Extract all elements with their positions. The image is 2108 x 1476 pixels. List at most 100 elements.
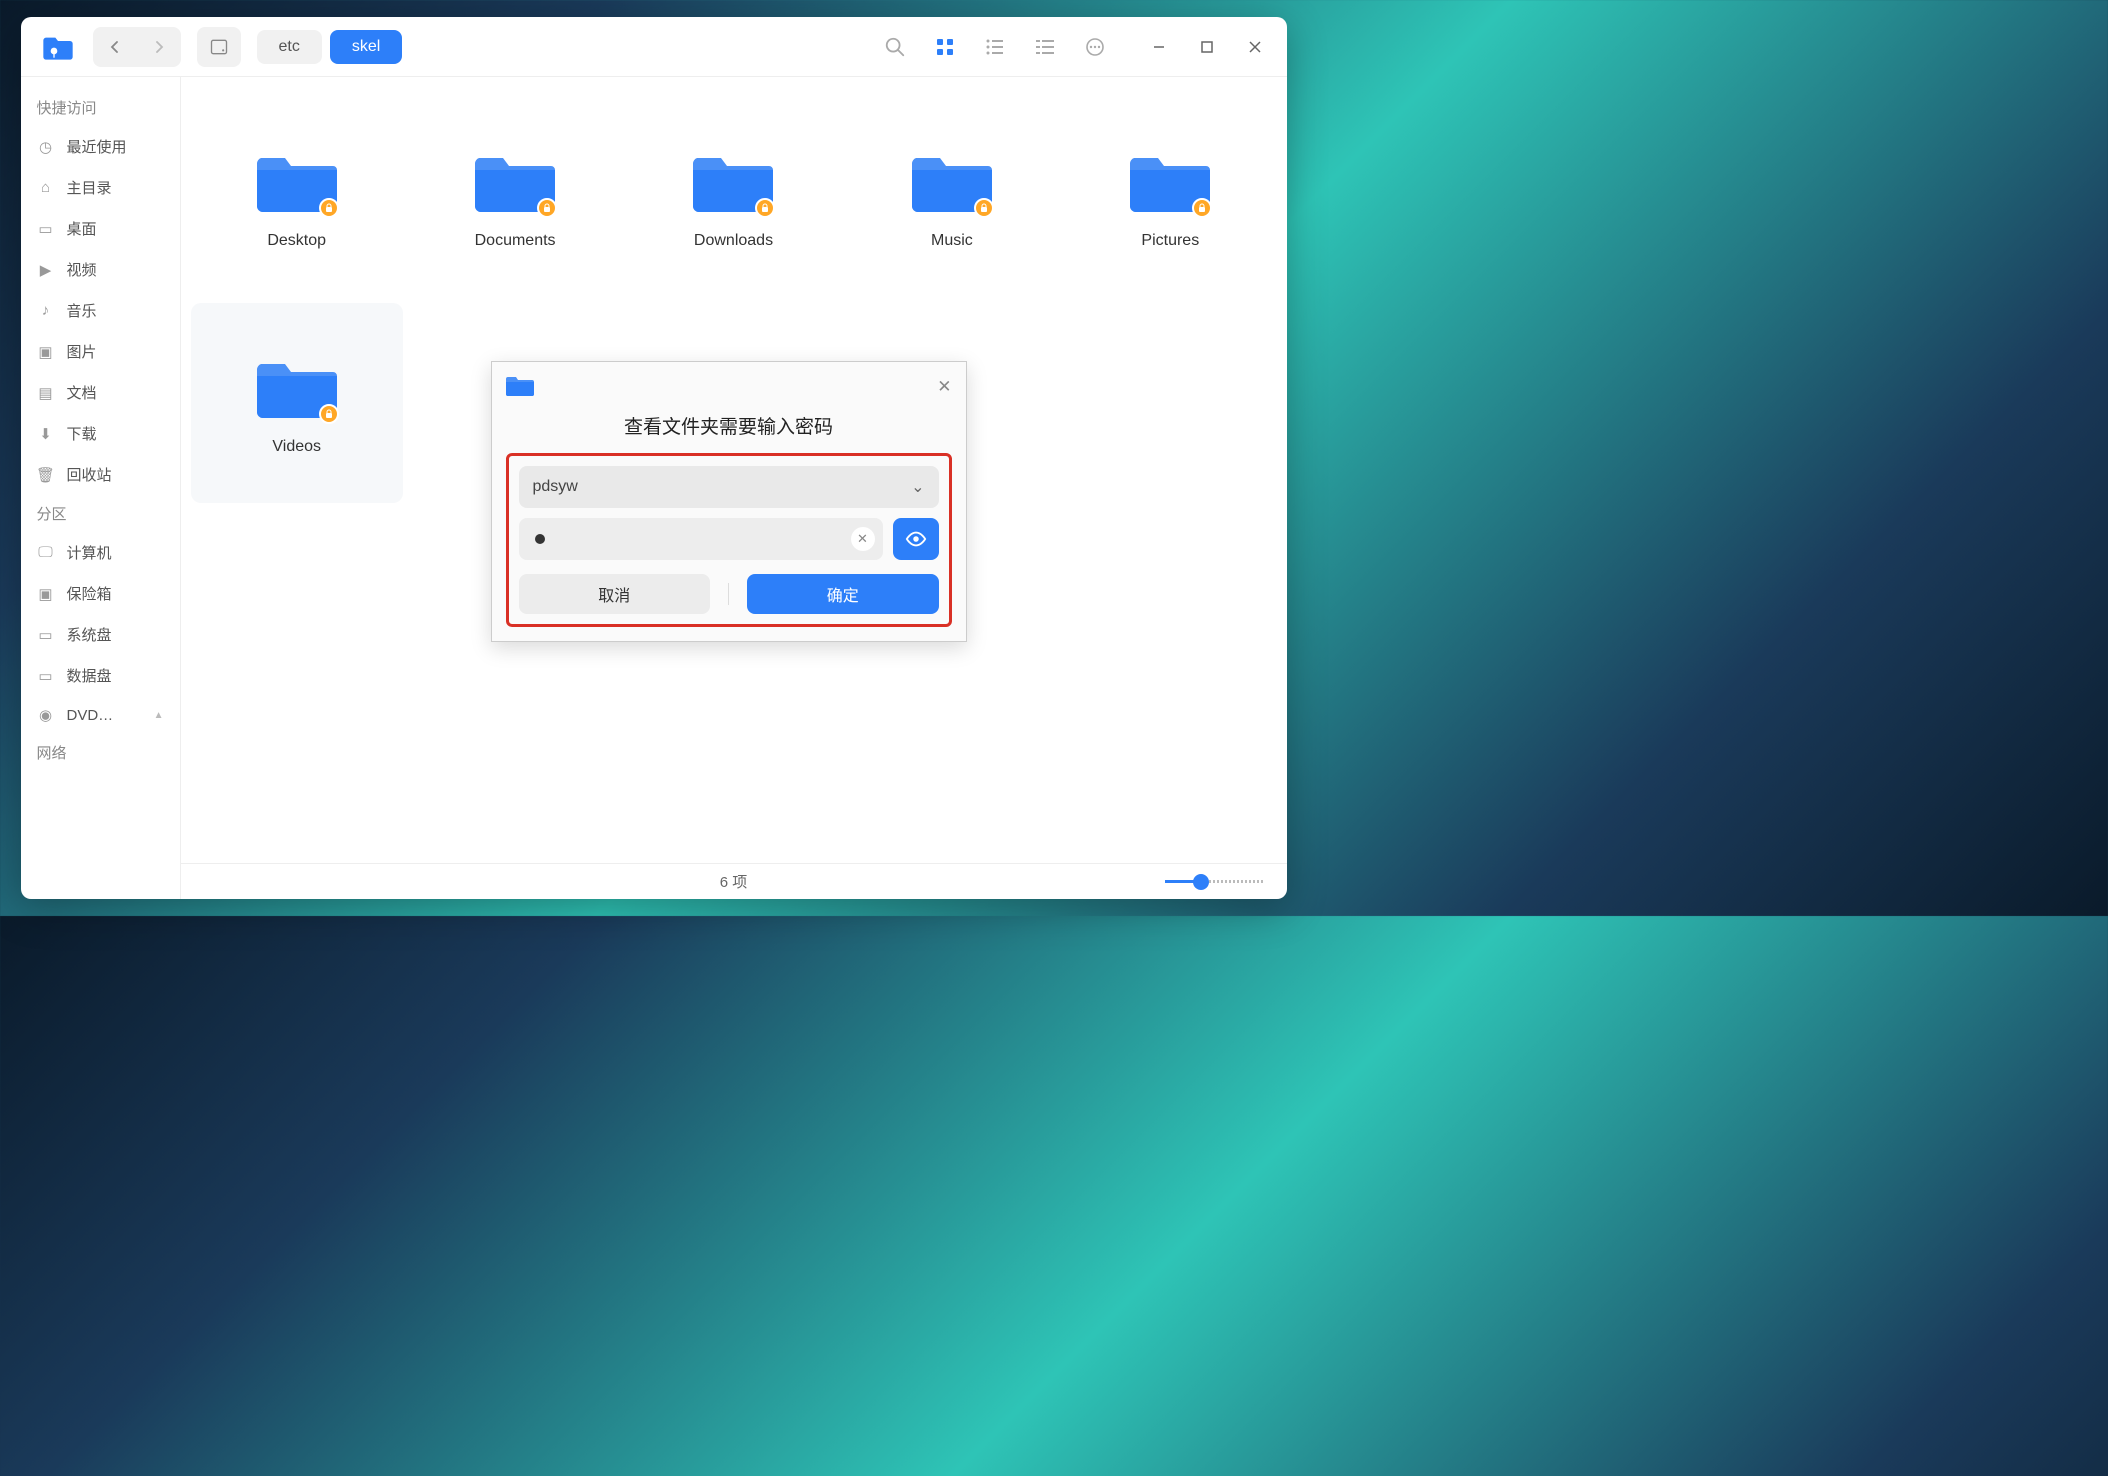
forward-button[interactable] (137, 27, 181, 67)
ok-button[interactable]: 确定 (747, 574, 939, 614)
status-text: 6 项 (720, 871, 748, 892)
divider (728, 583, 729, 605)
sidebar-label: 系统盘 (67, 624, 112, 645)
folder-downloads[interactable]: Downloads (627, 97, 839, 297)
sidebar-item-data-disk[interactable]: ▭ 数据盘 (21, 655, 180, 696)
breadcrumb-item-0[interactable]: etc (257, 30, 322, 64)
sidebar-item-documents[interactable]: ▤ 文档 (21, 372, 180, 413)
sidebar-label: 主目录 (67, 177, 112, 198)
sidebar-label: 数据盘 (67, 665, 112, 686)
sidebar-item-recent[interactable]: ◷ 最近使用 (21, 126, 180, 167)
lock-icon (319, 198, 339, 218)
sidebar-item-system-disk[interactable]: ▭ 系统盘 (21, 614, 180, 655)
statusbar: 6 项 (181, 863, 1287, 899)
sidebar-label: 桌面 (67, 218, 97, 239)
nav-history (93, 27, 181, 67)
sidebar-label: 最近使用 (67, 136, 127, 157)
sidebar-item-trash[interactable]: 🗑 回收站 (21, 454, 180, 495)
search-button[interactable] (873, 25, 917, 69)
folder-icon (257, 350, 337, 420)
download-icon: ⬇ (37, 425, 55, 443)
cancel-button[interactable]: 取消 (519, 574, 711, 614)
chevron-down-icon: ⌄ (911, 477, 924, 497)
home-icon: ⌂ (37, 179, 55, 196)
password-input[interactable]: ✕ (519, 518, 883, 560)
lock-icon (974, 198, 994, 218)
sidebar-item-pictures[interactable]: ▣ 图片 (21, 331, 180, 372)
file-manager-window: etc skel 快捷访问 ◷最近使用 ⌂主目录 ▭桌 (21, 17, 1287, 899)
eject-icon[interactable]: ▲ (154, 710, 164, 721)
window-controls (1135, 25, 1279, 69)
lock-icon (319, 404, 339, 424)
folder-videos[interactable]: Videos (191, 303, 403, 503)
password-dialog: ✕ 查看文件夹需要输入密码 pdsyw ⌄ ✕ (491, 361, 967, 642)
dialog-form-highlight: pdsyw ⌄ ✕ 取消 确定 (506, 453, 952, 627)
sidebar-label: 视频 (67, 259, 97, 280)
sidebar-label: DVD… (67, 707, 114, 724)
app-logo (39, 28, 77, 66)
disc-icon: ◉ (37, 706, 55, 724)
folder-pictures[interactable]: Pictures (1064, 97, 1276, 297)
breadcrumb: etc skel (257, 30, 403, 64)
folder-icon (475, 144, 555, 214)
document-icon: ▤ (37, 384, 55, 402)
disk-icon: ▭ (37, 667, 55, 685)
trash-icon: 🗑 (37, 466, 55, 484)
folder-music[interactable]: Music (846, 97, 1058, 297)
disk-icon: ▭ (37, 626, 55, 644)
sidebar: 快捷访问 ◷最近使用 ⌂主目录 ▭桌面 ▶视频 ♪音乐 ▣图片 ▤文档 ⬇下载 … (21, 77, 181, 899)
sidebar-item-dvd[interactable]: ◉ DVD… ▲ (21, 696, 180, 734)
sidebar-section-partition: 分区 (21, 495, 180, 532)
sidebar-item-videos[interactable]: ▶视频 (21, 249, 180, 290)
folder-icon (693, 144, 773, 214)
folder-icon (257, 144, 337, 214)
user-select[interactable]: pdsyw ⌄ (519, 466, 939, 508)
toggle-password-visibility-button[interactable] (893, 518, 939, 560)
picture-icon: ▣ (37, 343, 55, 361)
lock-icon (537, 198, 557, 218)
back-button[interactable] (93, 27, 137, 67)
sidebar-item-home[interactable]: ⌂ 主目录 (21, 167, 180, 208)
computer-icon: 🖵 (37, 544, 55, 561)
sidebar-label: 文档 (67, 382, 97, 403)
crumb-label: skel (352, 38, 380, 55)
file-label: Downloads (694, 232, 773, 250)
sidebar-item-computer[interactable]: 🖵 计算机 (21, 532, 180, 573)
clock-icon: ◷ (37, 138, 55, 156)
sidebar-item-downloads[interactable]: ⬇ 下载 (21, 413, 180, 454)
maximize-button[interactable] (1183, 25, 1231, 69)
sidebar-section-quick: 快捷访问 (21, 89, 180, 126)
minimize-button[interactable] (1135, 25, 1183, 69)
zoom-slider[interactable] (1165, 875, 1265, 889)
breadcrumb-item-1[interactable]: skel (330, 30, 402, 64)
dialog-title: 查看文件夹需要输入密码 (506, 412, 952, 439)
sidebar-label: 图片 (67, 341, 97, 362)
desktop-icon: ▭ (37, 220, 55, 238)
dialog-header: ✕ (492, 362, 966, 412)
more-options-button[interactable] (1073, 25, 1117, 69)
music-icon: ♪ (37, 302, 55, 319)
file-label: Videos (272, 438, 321, 456)
sidebar-label: 计算机 (67, 542, 112, 563)
view-list-button[interactable] (973, 25, 1017, 69)
file-label: Desktop (267, 232, 326, 250)
folder-icon (1130, 144, 1210, 214)
lock-icon (1192, 198, 1212, 218)
folder-desktop[interactable]: Desktop (191, 97, 403, 297)
sidebar-item-music[interactable]: ♪音乐 (21, 290, 180, 331)
view-detail-button[interactable] (1023, 25, 1067, 69)
folder-documents[interactable]: Documents (409, 97, 621, 297)
close-button[interactable] (1231, 25, 1279, 69)
view-grid-button[interactable] (923, 25, 967, 69)
dialog-close-button[interactable]: ✕ (937, 377, 951, 397)
sidebar-item-desktop[interactable]: ▭ 桌面 (21, 208, 180, 249)
sidebar-section-network: 网络 (21, 734, 180, 771)
file-label: Music (931, 232, 973, 250)
clear-password-button[interactable]: ✕ (851, 527, 875, 551)
sidebar-item-vault[interactable]: ▣保险箱 (21, 573, 180, 614)
sidebar-label: 下载 (67, 423, 97, 444)
disk-root-button[interactable] (197, 27, 241, 67)
sidebar-label: 保险箱 (67, 583, 112, 604)
folder-small-icon (506, 373, 534, 402)
sidebar-label: 回收站 (67, 464, 112, 485)
